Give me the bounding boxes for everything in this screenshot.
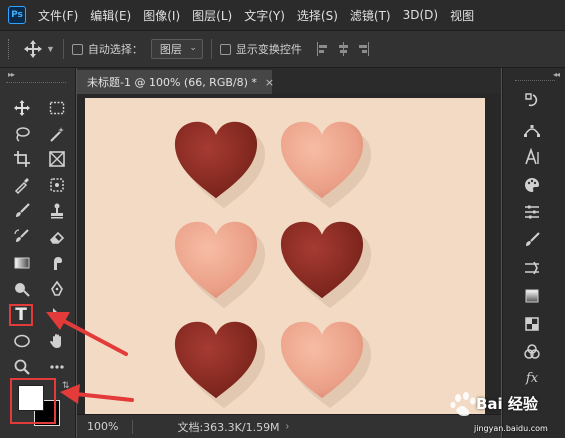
tool-presets-icon[interactable] bbox=[521, 258, 543, 278]
brush-tool-icon[interactable] bbox=[10, 200, 34, 222]
zoom-level[interactable]: 100% bbox=[87, 420, 118, 433]
align-center-icon[interactable] bbox=[336, 42, 350, 56]
watermark-url: jingyan.baidu.com bbox=[474, 424, 548, 433]
gradient-tool-icon[interactable] bbox=[10, 252, 34, 274]
menu-filter[interactable]: 滤镜(T) bbox=[350, 7, 391, 24]
align-right-icon[interactable] bbox=[356, 42, 370, 56]
document-tab-bar: 未标题-1 @ 100% (66, RGB/8) * × bbox=[77, 68, 501, 94]
move-tool-icon[interactable] bbox=[10, 97, 34, 119]
zoom-tool-icon[interactable] bbox=[10, 356, 34, 378]
eyedropper-tool-icon[interactable] bbox=[10, 174, 34, 196]
menu-3d[interactable]: 3D(D) bbox=[403, 8, 438, 22]
close-icon[interactable]: × bbox=[265, 76, 274, 89]
separator bbox=[62, 39, 64, 59]
layers-panel-icon[interactable] bbox=[521, 314, 543, 334]
dodge-tool-icon[interactable] bbox=[10, 278, 34, 300]
patch-tool-icon[interactable] bbox=[45, 174, 69, 196]
panel-grip[interactable] bbox=[515, 80, 555, 81]
channels-panel-icon[interactable] bbox=[521, 342, 543, 362]
styles-panel-icon[interactable]: fx bbox=[521, 368, 543, 388]
auto-select-checkbox[interactable] bbox=[71, 43, 83, 55]
chevron-down-icon[interactable]: ▼ bbox=[46, 44, 55, 54]
document-size-info: 文档:363.3K/1.59M bbox=[177, 420, 280, 434]
eraser-tool-icon[interactable] bbox=[45, 226, 69, 248]
photoshop-logo: Ps bbox=[8, 6, 26, 24]
show-transform-label: 显示变换控件 bbox=[235, 43, 302, 56]
document-tab[interactable]: 未标题-1 @ 100% (66, RGB/8) * × bbox=[77, 70, 274, 94]
menu-type[interactable]: 文字(Y) bbox=[244, 7, 285, 24]
align-buttons bbox=[316, 42, 370, 56]
layer-group-select-value: 图层 bbox=[159, 43, 182, 56]
annotation-arrow-text-tool bbox=[46, 312, 128, 356]
menu-layer[interactable]: 图层(L) bbox=[192, 7, 232, 24]
watermark-text: Bai 经验 bbox=[476, 395, 538, 413]
menu-select[interactable]: 选择(S) bbox=[297, 7, 338, 24]
text-tool[interactable]: T bbox=[9, 304, 33, 326]
menu-view[interactable]: 视图 bbox=[450, 7, 474, 24]
history-panel-icon[interactable] bbox=[521, 90, 543, 110]
menu-file[interactable]: 文件(F) bbox=[38, 7, 78, 24]
marquee-tool-icon[interactable] bbox=[45, 97, 69, 119]
separator bbox=[132, 419, 134, 434]
character-panel-icon[interactable] bbox=[521, 147, 543, 167]
canvas-image bbox=[174, 121, 372, 409]
status-bar: 100% 文档:363.3K/1.59M › bbox=[77, 414, 501, 438]
status-menu-arrow-icon[interactable]: › bbox=[286, 421, 289, 432]
document-canvas[interactable] bbox=[85, 98, 485, 414]
canvas-area[interactable] bbox=[77, 94, 501, 414]
gradients-panel-icon[interactable] bbox=[521, 286, 543, 306]
history-brush-tool-icon[interactable] bbox=[10, 226, 34, 248]
chevron-down-icon: ⌄ bbox=[189, 43, 197, 53]
adjustments-panel-icon[interactable] bbox=[521, 202, 543, 222]
separator bbox=[210, 39, 212, 59]
lasso-tool-icon[interactable] bbox=[10, 123, 34, 145]
move-tool-preset-icon[interactable] bbox=[22, 38, 44, 60]
crop-tool-icon[interactable] bbox=[10, 148, 34, 170]
options-bar-grip[interactable] bbox=[8, 39, 12, 59]
menu-image[interactable]: 图像(I) bbox=[143, 7, 180, 24]
fx-label: fx bbox=[525, 370, 539, 386]
layer-group-select[interactable]: 图层 ⌄ bbox=[150, 39, 203, 59]
frame-tool-icon[interactable] bbox=[45, 148, 69, 170]
options-bar: ▼ 自动选择： 图层 ⌄ 显示变换控件 bbox=[0, 30, 565, 68]
auto-select-label: 自动选择： bbox=[87, 43, 143, 56]
text-tool-icon: T bbox=[15, 304, 27, 325]
collapse-panel-icon[interactable]: ◂◂ bbox=[553, 70, 560, 79]
panel-grip[interactable] bbox=[6, 82, 66, 85]
clone-stamp-tool-icon[interactable] bbox=[45, 200, 69, 222]
collapse-panel-icon[interactable]: ▸▸ bbox=[8, 70, 15, 79]
show-transform-checkbox[interactable] bbox=[219, 43, 231, 55]
smudge-tool-icon[interactable] bbox=[45, 252, 69, 274]
swatch-highlight-box bbox=[10, 378, 56, 424]
annotation-arrow-color-swatch bbox=[60, 384, 134, 404]
pen-tool-icon[interactable] bbox=[45, 278, 69, 300]
ellipse-tool-icon[interactable] bbox=[10, 330, 34, 352]
paths-panel-icon[interactable] bbox=[521, 120, 543, 140]
brush-settings-icon[interactable] bbox=[521, 230, 543, 250]
color-palette-icon[interactable] bbox=[521, 175, 543, 195]
menu-bar: Ps 文件(F) 编辑(E) 图像(I) 图层(L) 文字(Y) 选择(S) 滤… bbox=[0, 0, 565, 30]
menu-edit[interactable]: 编辑(E) bbox=[90, 7, 131, 24]
document-tab-title: 未标题-1 @ 100% (66, RGB/8) * bbox=[87, 76, 257, 89]
align-left-icon[interactable] bbox=[316, 42, 330, 56]
magic-wand-tool-icon[interactable] bbox=[45, 123, 69, 145]
